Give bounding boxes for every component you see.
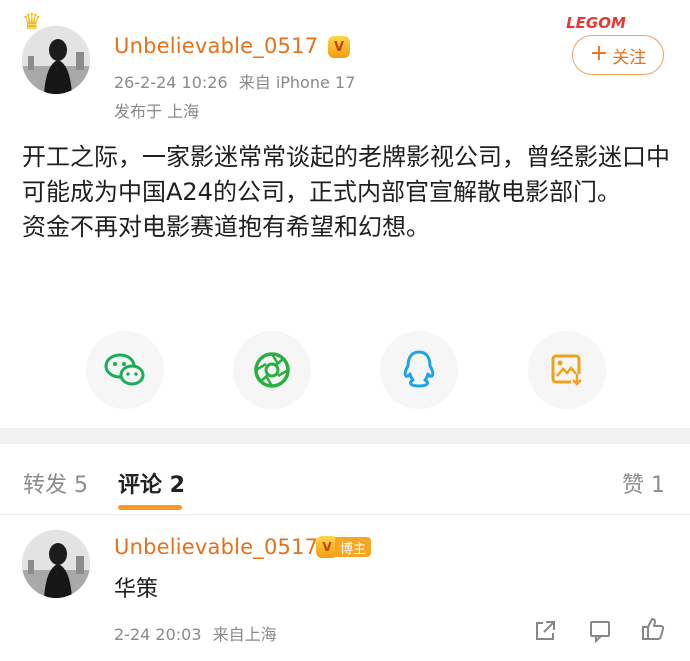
crown-icon: ♛ bbox=[22, 10, 42, 35]
tab-indicator bbox=[118, 505, 182, 510]
post-location: 发布于 上海 bbox=[114, 102, 200, 121]
qq-icon bbox=[403, 350, 435, 388]
save-image-button[interactable] bbox=[528, 331, 606, 409]
follow-label: 关注 bbox=[612, 47, 647, 68]
comment-time: 2-24 20:03 bbox=[114, 625, 202, 644]
post-time: 26-2-24 10:26 bbox=[114, 73, 228, 92]
follow-button[interactable]: + 关注 bbox=[572, 35, 664, 75]
image-download-icon bbox=[551, 354, 583, 386]
like-icon bbox=[642, 618, 665, 640]
comment-share-button[interactable] bbox=[530, 616, 560, 646]
comment-avatar[interactable] bbox=[22, 530, 90, 598]
tab-repost[interactable]: 转发 5 bbox=[23, 467, 88, 499]
comment-like-button[interactable] bbox=[638, 614, 668, 644]
decorative-sticker: LEGOM bbox=[566, 14, 626, 32]
wechat-icon bbox=[104, 353, 145, 386]
vip-badge-icon: V bbox=[328, 36, 350, 58]
comment-reply-button[interactable] bbox=[585, 616, 615, 646]
tabs-divider bbox=[0, 514, 690, 515]
moments-icon bbox=[254, 352, 290, 388]
blogger-badge: V 博主 bbox=[316, 536, 372, 558]
post-text: 开工之际，一家影迷常常谈起的老牌影视公司，曾经影迷口中可能成为中国A24的公司，… bbox=[22, 143, 670, 241]
post-meta: 26-2-24 10:26 来自 iPhone 17 bbox=[114, 69, 355, 93]
blogger-label: 博主 bbox=[335, 537, 372, 557]
plus-icon: + bbox=[589, 41, 609, 66]
share-wechat-button[interactable] bbox=[86, 331, 164, 409]
tab-comments[interactable]: 评论 2 bbox=[118, 467, 185, 499]
comment-location: 来自上海 bbox=[212, 625, 277, 644]
comment-text: 华策 bbox=[114, 577, 159, 602]
comment-icon bbox=[590, 621, 610, 643]
post-source: 来自 iPhone 17 bbox=[238, 73, 356, 92]
comment-author-name[interactable]: Unbelievable_0517 bbox=[114, 535, 318, 559]
share-qq-button[interactable] bbox=[380, 331, 458, 409]
comment-meta: 2-24 20:03 来自上海 bbox=[114, 621, 277, 645]
author-name[interactable]: Unbelievable_0517 bbox=[114, 34, 318, 58]
share-moments-button[interactable] bbox=[233, 331, 311, 409]
author-avatar[interactable] bbox=[22, 26, 90, 94]
tab-likes[interactable]: 赞 1 bbox=[622, 467, 665, 499]
section-divider bbox=[0, 428, 690, 444]
share-icon bbox=[536, 621, 555, 640]
